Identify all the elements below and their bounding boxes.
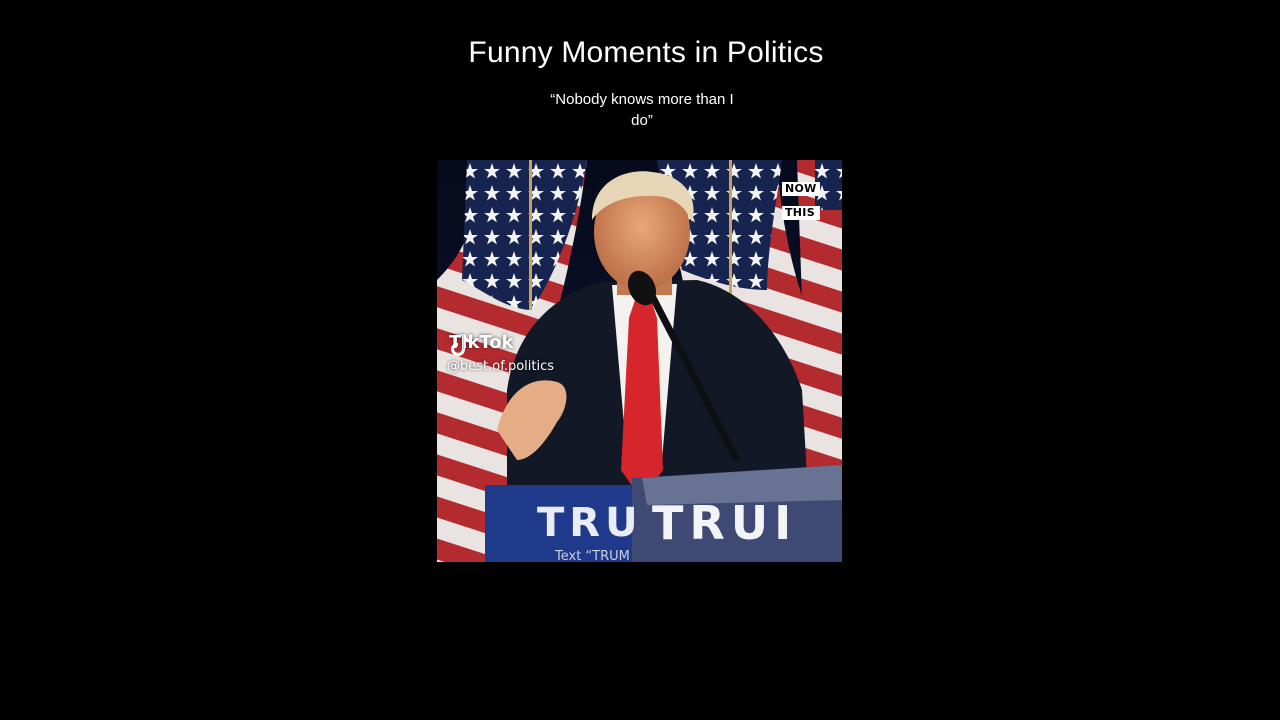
podium-sign-text: TRUI (652, 496, 798, 550)
video-player[interactable]: TRU TRUI Text “TRUM NOW THIS TikTok @bes… (437, 160, 842, 562)
podium-sign-subtext: Text “TRUM (555, 549, 630, 562)
caption-line: do” (631, 112, 653, 129)
creator-handle[interactable]: @best.of.politics (447, 359, 554, 374)
tiktok-watermark: TikTok @best.of.politics (447, 332, 554, 374)
tiktok-note-icon (451, 332, 470, 356)
nowthis-watermark: NOW THIS (782, 182, 820, 230)
caption-line: “Nobody knows more than I (550, 91, 734, 108)
post-title: Funny Moments in Politics (468, 36, 824, 69)
watermark-line: THIS (782, 206, 820, 220)
watermark-line: NOW (782, 182, 820, 196)
podium-sign-text: TRU (537, 500, 643, 546)
video-frame: Funny Moments in Politics “Nobody knows … (0, 0, 1280, 720)
post-caption: “Nobody knows more than I do” (536, 89, 748, 131)
